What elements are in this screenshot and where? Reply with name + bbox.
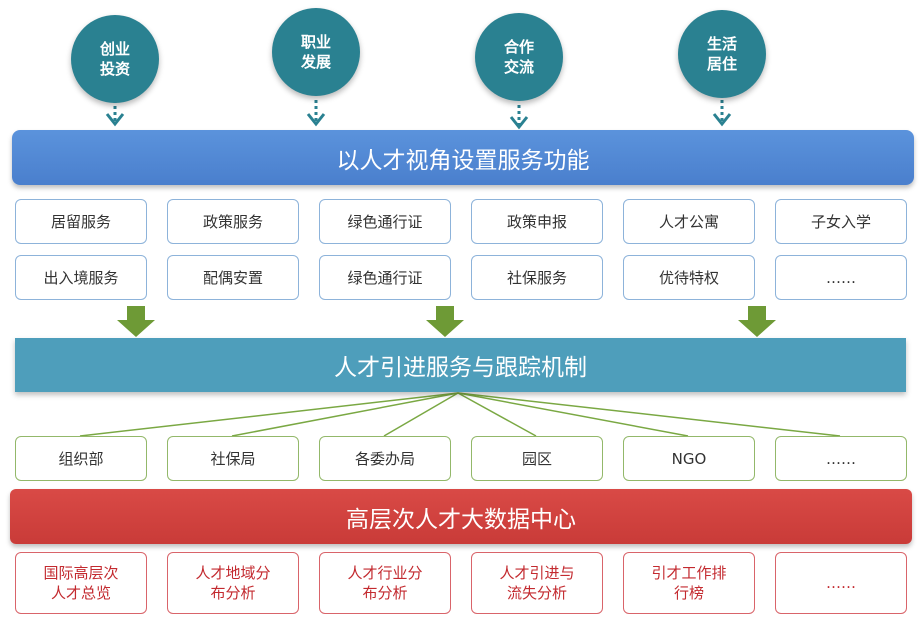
service-label: 绿色通行证 <box>347 268 423 287</box>
data-item-label: 人才地域分 布分析 <box>195 564 271 602</box>
service-box: 优待特权 <box>623 255 755 300</box>
service-label: 子女入学 <box>810 212 871 231</box>
green-arrow-center <box>426 306 464 337</box>
circle-label: 合作 交流 <box>503 38 534 76</box>
service-box: 政策申报 <box>471 199 603 244</box>
dotted-arrows <box>105 100 732 130</box>
dotted-arrow-4 <box>712 100 732 127</box>
data-item-box: 人才地域分 布分析 <box>167 552 299 614</box>
agency-label: …… <box>826 449 856 468</box>
service-box: 人才公寓 <box>623 199 755 244</box>
agency-label: NGO <box>671 449 707 468</box>
circle-label: 创业 投资 <box>99 40 130 78</box>
data-item-label: 引才工作排 行榜 <box>651 564 727 602</box>
data-item-label: 人才引进与 流失分析 <box>499 564 575 602</box>
band-bottom-label: 高层次人才大数据中心 <box>346 506 576 533</box>
service-label: …… <box>826 268 856 287</box>
service-box: 绿色通行证 <box>319 255 451 300</box>
green-arrow-right <box>738 306 776 337</box>
agency-label: 园区 <box>521 449 552 468</box>
data-item-box: 人才行业分 布分析 <box>319 552 451 614</box>
service-box: 绿色通行证 <box>319 199 451 244</box>
band-tracking-mechanism: 人才引进服务与跟踪机制 <box>15 338 906 392</box>
agency-label: 组织部 <box>58 449 104 468</box>
dotted-arrow-1 <box>105 100 125 127</box>
dotted-arrow-2 <box>306 100 326 127</box>
service-box: …… <box>775 255 907 300</box>
service-label: 配偶安置 <box>202 268 263 287</box>
agency-box: 社保局 <box>167 436 299 481</box>
circle-living-residence: 生活 居住 <box>678 10 766 98</box>
agency-box: 园区 <box>471 436 603 481</box>
fan-lines <box>79 392 841 437</box>
dotted-arrow-3 <box>509 105 529 130</box>
circle-label: 生活 居住 <box>706 35 737 73</box>
data-item-box: 人才引进与 流失分析 <box>471 552 603 614</box>
agency-box: 各委办局 <box>319 436 451 481</box>
service-box: 配偶安置 <box>167 255 299 300</box>
data-item-label: 国际高层次 人才总览 <box>43 564 119 602</box>
agency-box: NGO <box>623 436 755 481</box>
band-top-label: 以人才视角设置服务功能 <box>336 147 590 174</box>
service-label: 政策申报 <box>506 212 567 231</box>
service-box: 社保服务 <box>471 255 603 300</box>
service-label: 绿色通行证 <box>347 212 423 231</box>
service-box: 子女入学 <box>775 199 907 244</box>
data-item-box: …… <box>775 552 907 614</box>
circle-career-development: 职业 发展 <box>272 8 360 96</box>
agency-box: 组织部 <box>15 436 147 481</box>
service-box: 居留服务 <box>15 199 147 244</box>
band-middle-label: 人才引进服务与跟踪机制 <box>334 355 587 381</box>
data-item-box: 国际高层次 人才总览 <box>15 552 147 614</box>
service-box: 政策服务 <box>167 199 299 244</box>
agency-label: 社保局 <box>210 449 256 468</box>
service-label: 优待特权 <box>658 268 719 287</box>
service-label: 社保服务 <box>506 268 567 287</box>
service-label: 政策服务 <box>202 212 263 231</box>
data-item-label: …… <box>826 574 856 592</box>
green-arrow-left <box>117 306 155 337</box>
band-service-functions: 以人才视角设置服务功能 <box>12 130 914 185</box>
data-item-box: 引才工作排 行榜 <box>623 552 755 614</box>
data-item-label: 人才行业分 布分析 <box>347 564 423 602</box>
service-label: 出入境服务 <box>43 268 119 287</box>
circle-label: 职业 发展 <box>300 33 331 71</box>
service-box: 出入境服务 <box>15 255 147 300</box>
band-big-data-center: 高层次人才大数据中心 <box>10 489 912 544</box>
green-down-arrows <box>117 306 776 337</box>
agency-box: …… <box>775 436 907 481</box>
service-label: 居留服务 <box>50 212 111 231</box>
agency-label: 各委办局 <box>354 449 415 468</box>
circle-startup-investment: 创业 投资 <box>71 15 159 103</box>
circle-cooperation-exchange: 合作 交流 <box>475 13 563 101</box>
service-label: 人才公寓 <box>658 212 719 231</box>
